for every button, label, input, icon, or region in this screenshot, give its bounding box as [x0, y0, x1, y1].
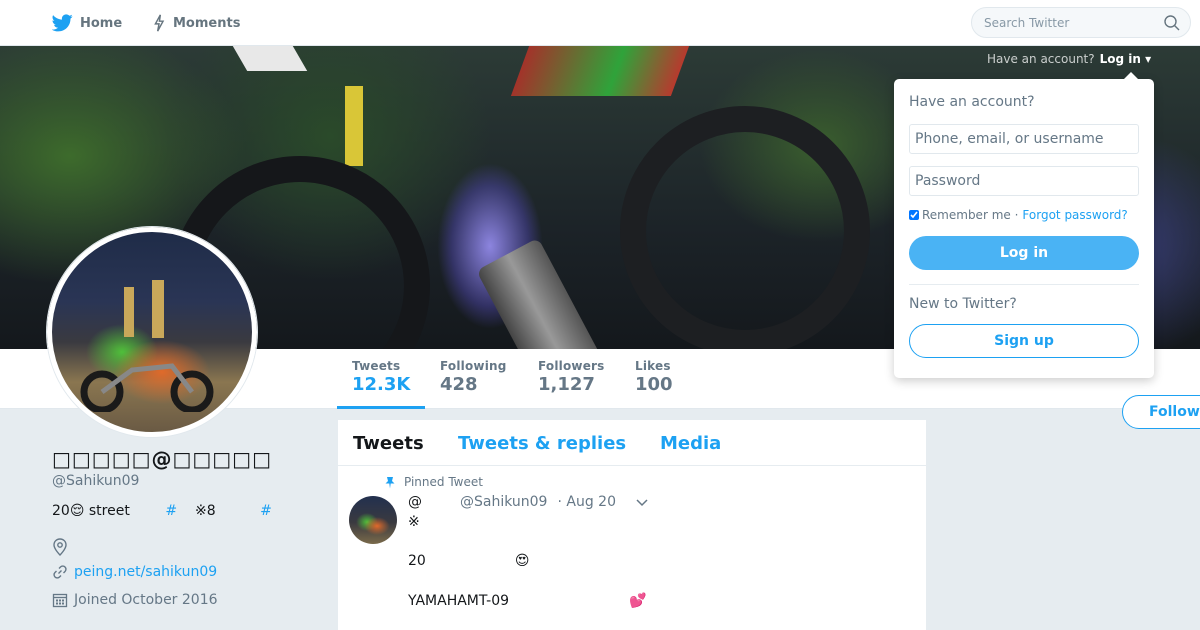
- login-dropdown: Have an account? Remember me · Forgot pa…: [894, 72, 1154, 378]
- stat-value: 428: [440, 374, 478, 395]
- banner-graphic: [345, 86, 363, 166]
- password-field[interactable]: [909, 166, 1139, 196]
- search-icon[interactable]: [1164, 15, 1180, 31]
- profile-handle[interactable]: @Sahikun09: [52, 473, 139, 489]
- remember-me-label[interactable]: Remember me: [922, 208, 1011, 222]
- stat-label: Followers: [538, 359, 605, 373]
- bio-text: 20😌 street: [52, 503, 130, 519]
- login-dropdown-toggle[interactable]: Log in ▾: [1100, 52, 1152, 66]
- tab-tweets-replies[interactable]: Tweets & replies: [458, 433, 626, 454]
- nav-moments[interactable]: Moments: [152, 0, 240, 46]
- avatar-graphic: [80, 363, 214, 412]
- stat-label: Following: [440, 359, 507, 373]
- stat-label: Tweets: [352, 359, 401, 373]
- stat-followers[interactable]: Followers 1,127: [523, 359, 620, 409]
- signup-button[interactable]: Sign up: [909, 324, 1139, 358]
- tweet-author-name[interactable]: @: [408, 494, 422, 510]
- banner-graphic: [476, 237, 604, 349]
- stat-label: Likes: [635, 359, 671, 373]
- tweet-text: 20: [408, 553, 426, 569]
- timeline-tabs: Tweets Tweets & replies Media: [338, 420, 926, 466]
- stat-value: 12.3K: [352, 374, 411, 395]
- tweet-text: YAMAHAMT-09: [408, 593, 510, 609]
- search-input[interactable]: [984, 15, 1154, 30]
- login-hint-text: Have an account?: [987, 52, 1095, 66]
- tweet-text-line: YAMAHAMT-09 💕: [408, 593, 647, 609]
- new-to-twitter-label: New to Twitter?: [909, 296, 1017, 312]
- timeline: Tweets Tweets & replies Media Pinned Twe…: [338, 420, 926, 630]
- lightning-icon: [154, 14, 165, 32]
- nav-moments-label: Moments: [173, 15, 241, 31]
- remember-row: Remember me · Forgot password?: [909, 208, 1128, 222]
- bio-hashtag[interactable]: #: [260, 503, 272, 519]
- tab-media[interactable]: Media: [660, 433, 721, 454]
- avatar-graphic: [124, 287, 134, 337]
- tweet-header: @ @Sahikun09 · Aug 20: [408, 494, 616, 510]
- stat-value: 1,127: [538, 374, 595, 395]
- stat-likes[interactable]: Likes 100: [620, 359, 690, 409]
- twitter-bird-icon: [52, 14, 73, 32]
- follow-button[interactable]: Follow: [1122, 395, 1200, 429]
- pinned-text: Pinned Tweet: [404, 475, 483, 489]
- remember-me-checkbox[interactable]: [909, 210, 919, 220]
- stat-tweets[interactable]: Tweets 12.3K: [337, 359, 425, 409]
- login-button[interactable]: Log in: [909, 236, 1139, 270]
- profile-joined-text: Joined October 2016: [74, 592, 218, 608]
- pinned-tweet-label: Pinned Tweet: [384, 475, 483, 489]
- profile-website-link[interactable]: peing.net/sahikun09: [74, 564, 217, 580]
- nav-home[interactable]: Home: [52, 0, 122, 46]
- forgot-password-link[interactable]: Forgot password?: [1022, 208, 1127, 222]
- tab-tweets[interactable]: Tweets: [353, 433, 424, 454]
- location-pin-icon: [53, 538, 67, 556]
- remember-separator: ·: [1014, 208, 1019, 222]
- profile-location: [52, 538, 74, 556]
- bio-hashtag[interactable]: #: [165, 503, 177, 519]
- pin-icon: [385, 476, 395, 488]
- nav-home-label: Home: [80, 15, 123, 31]
- profile-website[interactable]: peing.net/sahikun09: [52, 564, 217, 580]
- tweet-author-handle[interactable]: @Sahikun09: [460, 494, 547, 510]
- tweet-date[interactable]: · Aug 20: [557, 494, 616, 510]
- tweet-avatar[interactable]: [349, 496, 397, 544]
- profile-bio: 20😌 street # ※8 #: [52, 503, 272, 519]
- bio-text: ※8: [194, 503, 216, 519]
- tweet-text-line: 20 😍: [408, 553, 529, 569]
- banner-graphic: [510, 46, 690, 96]
- username-field[interactable]: [909, 124, 1139, 154]
- top-navigation: Home Moments: [0, 0, 1200, 46]
- search-box: [971, 7, 1191, 38]
- tweet-emoji: 😍: [514, 553, 530, 569]
- login-dropdown-title: Have an account?: [909, 94, 1035, 110]
- profile-joined: Joined October 2016: [52, 592, 218, 608]
- banner-login-hint: Have an account? Log in ▾: [987, 52, 1151, 66]
- profile-name: □□□□□@□□□□□: [52, 447, 272, 471]
- stat-following[interactable]: Following 428: [425, 359, 523, 409]
- divider: [909, 284, 1139, 285]
- tweet-emoji: 💕: [629, 593, 647, 609]
- banner-graphic: [232, 46, 308, 71]
- banner-graphic: [620, 106, 870, 349]
- link-icon: [53, 565, 67, 579]
- chevron-down-icon[interactable]: [636, 496, 648, 508]
- avatar-graphic: [152, 280, 164, 338]
- calendar-icon: [52, 593, 68, 608]
- stat-value: 100: [635, 374, 673, 395]
- tweet-text-line: ※: [408, 514, 420, 530]
- profile-avatar[interactable]: [47, 227, 257, 437]
